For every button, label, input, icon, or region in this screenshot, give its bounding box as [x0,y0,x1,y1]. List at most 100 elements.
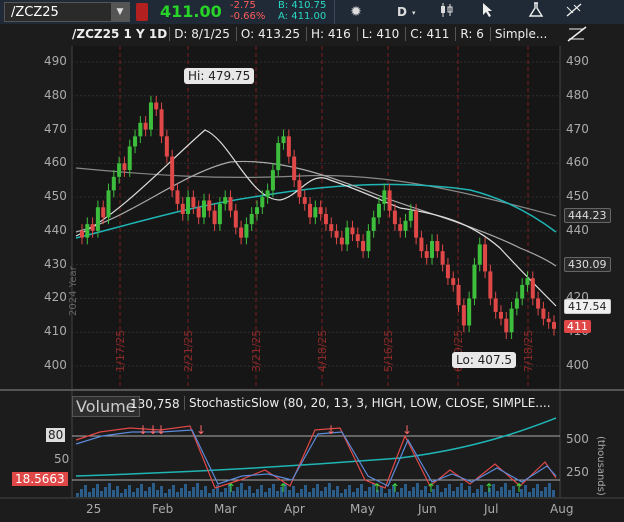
candle-body [361,241,366,252]
candle-body [520,284,525,299]
candle-body [541,308,546,319]
candle-body [414,210,419,238]
left-tick-label: 410 [44,324,67,339]
volume-bar [208,493,211,497]
buy-signal-arrow: ↑ [226,481,236,495]
candle-body [138,122,143,137]
candle-body [186,197,191,214]
volume-bar [356,488,359,497]
candle-body [536,298,541,309]
candle-body [265,190,270,198]
volume-bar [168,489,171,497]
volume-bar [468,486,471,497]
candle-body [175,190,180,204]
volume-bar [164,493,167,497]
candle-body [530,278,535,299]
candle-body [355,234,360,242]
candle-body [408,210,413,221]
volume-bar [172,485,175,497]
volume-bar [304,485,307,497]
candle-body [191,197,196,208]
time-axis-label: Aug [550,502,574,516]
candle-body [308,203,313,218]
volume-bar [328,483,331,497]
volume-bar [308,492,311,497]
volume-bar [292,486,295,497]
ma-fast-marker: 417.54 [564,299,611,314]
time-axis-label: Feb [152,502,174,516]
volume-bar [528,492,531,497]
candle-body [143,122,148,130]
volume-bar [184,484,187,497]
volume-bar [496,491,499,497]
stochastic-study-label[interactable]: StochasticSlow (80, 20, 13, 3, HIGH, LOW… [184,396,561,410]
volume-bar [548,483,551,497]
candle-body [376,203,381,218]
candle-body [398,224,403,231]
candle-body [286,136,291,157]
volume-bar [300,489,303,497]
time-axis-label: Apr [284,502,305,516]
time-axis-label: 25 [86,502,102,516]
volume-bar [368,487,371,497]
candle-body [318,207,323,214]
candle-body [228,197,233,211]
volume-bar [80,489,83,497]
last-price-marker: 411 [564,320,591,333]
volume-bar [192,487,195,497]
candle-body [467,298,472,326]
candle-body [170,156,175,191]
candle-body [127,146,132,171]
volume-bar [268,488,271,497]
candle-body [101,207,106,218]
candle-body [244,224,249,238]
candle-body [159,109,164,137]
stoch-upper-level: 80 [46,428,66,442]
volume-bar [340,493,343,497]
volume-bar [152,483,155,497]
candle-body [546,318,551,323]
candle-body [249,214,254,225]
volume-bar [412,487,415,497]
time-axis-label: Jun [418,502,437,516]
volume-bar [476,489,479,497]
candle-body [504,318,509,333]
volume-bar [540,491,543,497]
candle-body [164,136,169,157]
time-axis-label: Jul [484,502,499,516]
sell-signal-arrow: ↓ [196,423,206,437]
candle-body [111,176,116,191]
volume-value: 130,758 [130,397,180,411]
volume-bar [108,483,111,497]
candle-body [451,278,456,285]
volume-bar [76,493,79,497]
price-chart[interactable]: 1/17/25 2/21/25 3/21/25 4/18/25 5/16/25 6/20/… [0,0,624,522]
expiration-date-label: 2/21/25 [182,330,195,372]
ma-slow-marker: 444.23 [564,208,611,223]
volume-bar [124,489,127,497]
candle-body [525,278,530,285]
volume-bar [360,484,363,497]
volume-bar [188,491,191,497]
volume-bar [264,492,267,497]
volume-bar [408,491,411,497]
right-tick-label: 440 [566,222,589,237]
candle-body [403,220,408,231]
candle-body [509,308,514,333]
candle-body [180,203,185,214]
expiration-date-label: 7/18/25 [522,330,535,372]
volume-bar [204,486,207,497]
buy-signal-arrow: ↑ [514,481,524,495]
candle-body [80,230,84,238]
volume-bar [252,493,255,497]
candle-body [435,241,440,252]
volume-bar [500,487,503,497]
left-tick-label: 400 [44,358,67,372]
candle-body [270,170,275,191]
stoch-d-line [75,429,557,487]
candle-body [430,241,435,258]
volume-bar [212,489,215,497]
volume-bar [480,485,483,497]
volume-bar [148,487,151,497]
left-tick-label: 440 [44,222,67,237]
